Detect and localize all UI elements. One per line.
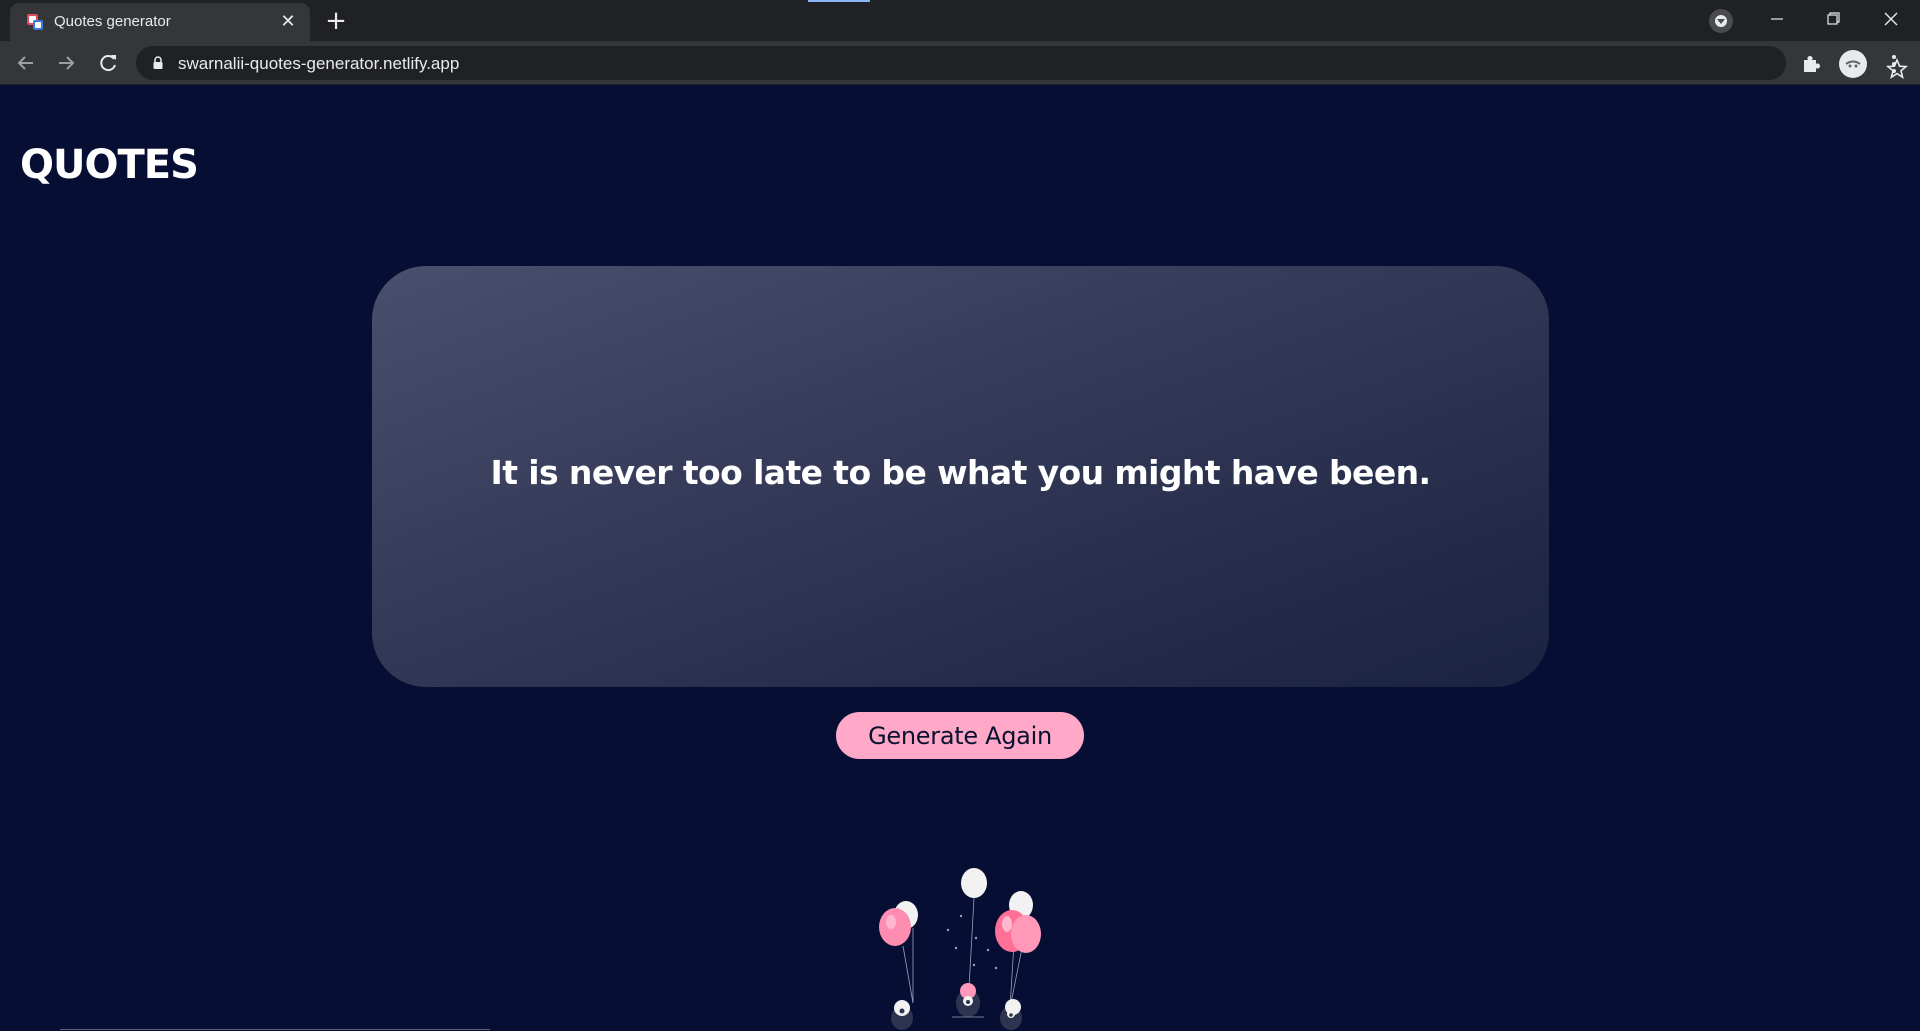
browser-tab-bar: Quotes generator ✕ + (0, 0, 1920, 41)
tab-title: Quotes generator (54, 13, 171, 30)
browser-toolbar: swarnalii-quotes-generator.netlify.app (0, 41, 1920, 85)
quote-text: It is never too late to be what you migh… (490, 453, 1431, 492)
kebab-menu-icon[interactable] (1884, 53, 1904, 75)
page-title: QUOTES (20, 142, 199, 188)
quote-card: It is never too late to be what you migh… (372, 266, 1549, 687)
reload-icon[interactable] (94, 49, 122, 77)
page-body: QUOTES It is never too late to be what y… (0, 86, 1920, 1031)
restore-icon[interactable] (1818, 6, 1848, 32)
tab-close-icon[interactable]: ✕ (278, 12, 298, 32)
character-right (1000, 999, 1022, 1030)
minimize-icon[interactable] (1762, 6, 1792, 32)
tab-strip-accent (808, 0, 870, 2)
url-text[interactable]: swarnalii-quotes-generator.netlify.app (178, 54, 459, 74)
balloons-illustration (879, 868, 1041, 1030)
arrow-left-icon[interactable] (12, 49, 40, 77)
profile-avatar[interactable] (1839, 50, 1867, 78)
close-window-icon[interactable] (1876, 6, 1906, 32)
browser-tab[interactable]: Quotes generator ✕ (10, 3, 310, 41)
avatar-face-icon (1840, 51, 1866, 77)
character-left (891, 1000, 913, 1030)
quotes-favicon-icon (27, 14, 43, 30)
address-bar[interactable]: swarnalii-quotes-generator.netlify.app (136, 46, 1908, 80)
lock-icon[interactable] (152, 56, 164, 70)
character-middle (952, 983, 984, 1018)
new-tab-button[interactable]: + (322, 8, 350, 36)
tab-search-icon[interactable] (1709, 9, 1733, 33)
puzzle-icon[interactable] (1800, 53, 1822, 75)
generate-again-button[interactable]: Generate Again (836, 712, 1084, 759)
arrow-right-icon[interactable] (52, 49, 80, 77)
bottom-divider (60, 1029, 490, 1030)
